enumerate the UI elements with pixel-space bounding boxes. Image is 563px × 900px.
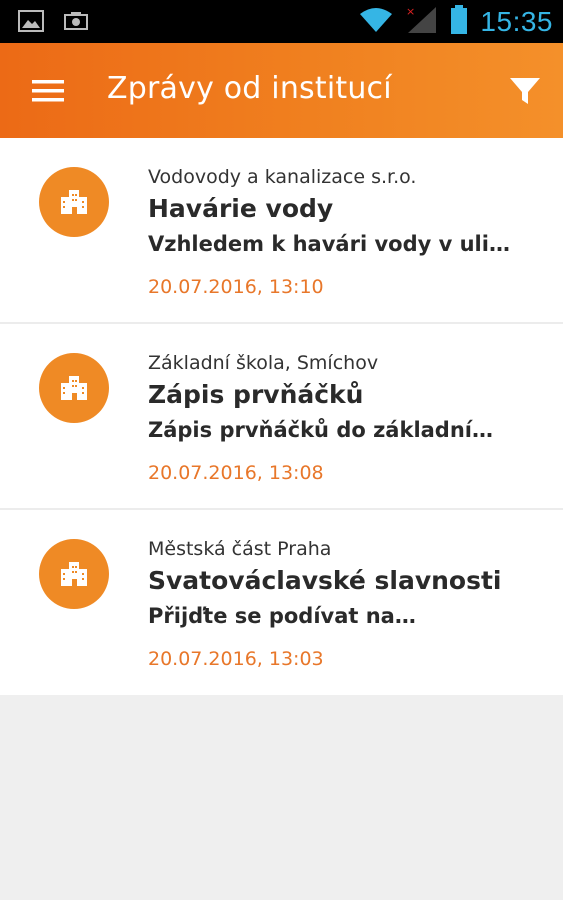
message-subject: Zápis prvňáčků bbox=[148, 380, 364, 409]
message-subject: Havárie vody bbox=[148, 194, 334, 223]
filter-button[interactable] bbox=[507, 73, 543, 109]
message-sender: Vodovody a kanalizace s.r.o. bbox=[148, 166, 417, 188]
avatar bbox=[39, 539, 109, 609]
building-icon bbox=[61, 562, 87, 586]
app-bar: Zprávy od institucí bbox=[0, 43, 563, 138]
signal-icon: × bbox=[406, 5, 438, 39]
list-item[interactable]: Vodovody a kanalizace s.r.o. Havárie vod… bbox=[0, 138, 563, 324]
message-date: 20.07.2016, 13:03 bbox=[148, 648, 324, 670]
message-subject: Svatováclavské slavnosti bbox=[148, 566, 502, 595]
status-time: 15:35 bbox=[480, 6, 553, 37]
message-preview: Vzhledem k havári vody v uli… bbox=[148, 232, 510, 256]
menu-button[interactable] bbox=[30, 73, 66, 109]
status-bar: × 15:35 bbox=[0, 0, 563, 43]
list-item[interactable]: Základní škola, Smíchov Zápis prvňáčků Z… bbox=[0, 324, 563, 510]
message-preview: Přijďte se podívat na… bbox=[148, 604, 416, 628]
avatar bbox=[39, 353, 109, 423]
menu-icon bbox=[32, 80, 64, 102]
svg-text:×: × bbox=[406, 5, 415, 18]
message-date: 20.07.2016, 13:10 bbox=[148, 276, 324, 298]
message-preview: Zápis prvňáčků do základní… bbox=[148, 418, 493, 442]
avatar bbox=[39, 167, 109, 237]
message-sender: Městská část Praha bbox=[148, 538, 332, 560]
message-sender: Základní škola, Smíchov bbox=[148, 352, 379, 374]
message-list: Vodovody a kanalizace s.r.o. Havárie vod… bbox=[0, 138, 563, 695]
filter-icon bbox=[510, 78, 540, 104]
building-icon bbox=[61, 190, 87, 214]
battery-icon bbox=[450, 5, 468, 39]
wifi-icon bbox=[358, 6, 394, 38]
list-item[interactable]: Městská část Praha Svatováclavské slavno… bbox=[0, 510, 563, 695]
page-title: Zprávy od institucí bbox=[107, 71, 392, 106]
image-icon bbox=[18, 10, 44, 36]
camera-icon bbox=[64, 12, 88, 34]
message-date: 20.07.2016, 13:08 bbox=[148, 462, 324, 484]
building-icon bbox=[61, 376, 87, 400]
